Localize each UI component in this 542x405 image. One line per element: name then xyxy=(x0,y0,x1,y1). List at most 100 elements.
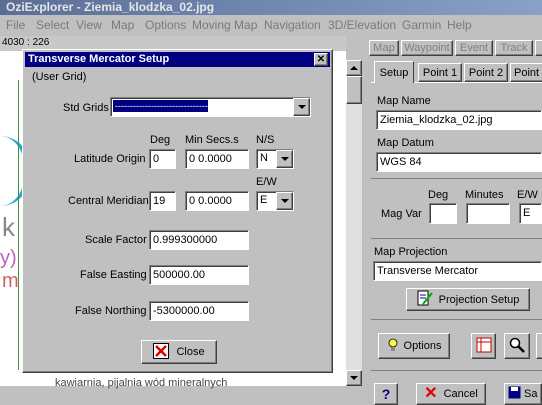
menu-help[interactable]: Help xyxy=(447,18,472,32)
menu-select[interactable]: Select xyxy=(36,18,69,32)
latitude-origin-label: Latitude Origin xyxy=(74,153,146,165)
scroll-thumb[interactable] xyxy=(346,76,362,104)
cancel-label: Cancel xyxy=(443,388,478,400)
dialog-subtitle: (User Grid) xyxy=(32,71,87,83)
min-secs-header: Min Secs.s xyxy=(185,134,239,146)
mag-var-label: Mag Var xyxy=(381,208,422,220)
menu-3d-elevation[interactable]: 3D/Elevation xyxy=(328,18,396,32)
mag-var-minutes-field[interactable] xyxy=(466,203,510,224)
scale-factor-label: Scale Factor xyxy=(85,234,147,246)
extra-tool-button[interactable] xyxy=(536,333,542,359)
close-icon: ✕ xyxy=(316,53,326,65)
app-title-bar: OziExplorer - Ziemia_klodzka_02.jpg xyxy=(0,0,542,15)
map-text-fragment-y: y) xyxy=(0,247,17,269)
separator-4 xyxy=(371,370,542,371)
close-icon xyxy=(153,342,170,362)
meridian-ew-select[interactable]: E xyxy=(256,191,294,211)
central-meridian-label: Central Meridian xyxy=(68,195,149,207)
dialog-title-bar: Transverse Mercator Setup xyxy=(25,52,330,67)
tab-point-3[interactable]: Point xyxy=(510,63,542,82)
tab-point-1[interactable]: Point 1 xyxy=(418,63,462,82)
mag-var-ew-header: E/W xyxy=(517,189,538,201)
scroll-up-button[interactable] xyxy=(346,60,362,76)
help-button[interactable]: ? xyxy=(374,383,398,405)
magnifier-icon xyxy=(509,337,525,356)
close-icon: ✕ xyxy=(424,385,438,402)
tab-setup[interactable]: Setup xyxy=(374,61,414,83)
options-button[interactable]: Options xyxy=(378,333,450,359)
std-grids-dropdown-button[interactable] xyxy=(293,98,310,116)
scale-factor-field[interactable]: 0.999300000 xyxy=(149,230,249,250)
latitude-ns-dropdown-button[interactable] xyxy=(276,150,293,168)
separator-2 xyxy=(371,238,542,239)
projection-setup-label: Projection Setup xyxy=(438,293,520,306)
tab-point-2[interactable]: Point 2 xyxy=(464,63,508,82)
deg-header: Deg xyxy=(150,134,171,146)
right-panel: Map Waypoint Event Track Setup Point 1 P… xyxy=(362,36,542,405)
grid-icon xyxy=(476,337,492,356)
separator-1 xyxy=(371,178,542,179)
map-datum-field[interactable]: WGS 84 xyxy=(376,152,542,172)
tab-map[interactable]: Map xyxy=(369,40,399,56)
menu-garmin[interactable]: Garmin xyxy=(402,18,441,32)
meridian-min-field[interactable]: 0 0.0000 xyxy=(185,191,249,211)
tab-more[interactable] xyxy=(535,40,542,56)
std-grids-label: Std Grids xyxy=(63,102,109,114)
latitude-ns-value: N xyxy=(260,152,268,164)
app-title: OziExplorer - Ziemia_klodzka_02.jpg xyxy=(6,0,215,14)
mag-var-minutes-header: Minutes xyxy=(465,189,504,201)
latitude-deg-field[interactable]: 0 xyxy=(149,149,176,169)
arrow-down-icon xyxy=(350,376,358,380)
map-projection-label: Map Projection xyxy=(374,246,448,258)
grid-tool-button[interactable] xyxy=(471,333,496,359)
ew-header: E/W xyxy=(256,176,277,188)
save-label: Sa xyxy=(524,388,538,400)
meridian-deg-field[interactable]: 19 xyxy=(149,191,176,211)
false-easting-field[interactable]: 500000.00 xyxy=(149,265,249,285)
ns-header: N/S xyxy=(256,134,275,146)
false-northing-field[interactable]: -5300000.00 xyxy=(149,301,249,321)
latitude-min-field[interactable]: 0 0.0000 xyxy=(185,149,249,169)
map-name-field[interactable]: Ziemia_klodzka_02.jpg xyxy=(376,110,542,130)
cancel-button[interactable]: ✕ Cancel xyxy=(416,383,486,405)
dialog-title: Transverse Mercator Setup xyxy=(28,53,170,65)
menu-map[interactable]: Map xyxy=(111,18,134,32)
close-button[interactable]: Close xyxy=(141,340,217,364)
false-northing-label: False Northing xyxy=(75,305,147,317)
projection-setup-button[interactable]: Projection Setup xyxy=(406,288,530,311)
meridian-ew-dropdown-button[interactable] xyxy=(276,192,293,210)
projection-setup-icon xyxy=(417,290,433,309)
map-datum-label: Map Datum xyxy=(377,137,434,149)
menu-moving-map[interactable]: Moving Map xyxy=(192,18,257,32)
map-projection-field[interactable]: Transverse Mercator xyxy=(373,261,542,281)
menu-navigation[interactable]: Navigation xyxy=(264,18,321,32)
coord-readout: 4030 : 226 xyxy=(2,37,50,48)
save-button[interactable]: Sa xyxy=(504,383,542,405)
mag-var-deg-field[interactable] xyxy=(429,203,457,224)
meridian-ew-value: E xyxy=(260,194,268,206)
map-text-fragment-k: k xyxy=(2,212,15,242)
chevron-down-icon xyxy=(280,199,289,203)
menu-file[interactable]: File xyxy=(6,18,25,32)
tab-track[interactable]: Track xyxy=(495,40,533,56)
transverse-mercator-dialog: Transverse Mercator Setup ✕ (User Grid) … xyxy=(22,49,333,373)
tab-event[interactable]: Event xyxy=(455,40,493,56)
save-icon xyxy=(508,386,521,402)
mag-var-ew-select[interactable]: E xyxy=(519,203,542,224)
options-label: Options xyxy=(403,340,442,352)
scroll-down-button[interactable] xyxy=(346,370,362,386)
std-grids-value: ---------------------------------- xyxy=(113,100,208,112)
map-vertical-scrollbar[interactable] xyxy=(346,60,362,386)
false-easting-label: False Easting xyxy=(80,269,147,281)
menu-view[interactable]: View xyxy=(76,18,102,32)
search-button[interactable] xyxy=(504,333,530,359)
menu-options[interactable]: Options xyxy=(145,18,186,32)
chevron-down-icon xyxy=(280,157,289,161)
latitude-ns-select[interactable]: N xyxy=(256,149,294,169)
chevron-down-icon xyxy=(297,105,306,109)
mag-var-deg-header: Deg xyxy=(428,189,449,201)
std-grids-select[interactable]: ---------------------------------- xyxy=(110,97,311,117)
map-bottom-text: kawiarnia, pijalnia wód mineralnych xyxy=(55,377,228,389)
tab-waypoint[interactable]: Waypoint xyxy=(401,40,453,56)
dialog-close-x-button[interactable]: ✕ xyxy=(314,53,328,66)
